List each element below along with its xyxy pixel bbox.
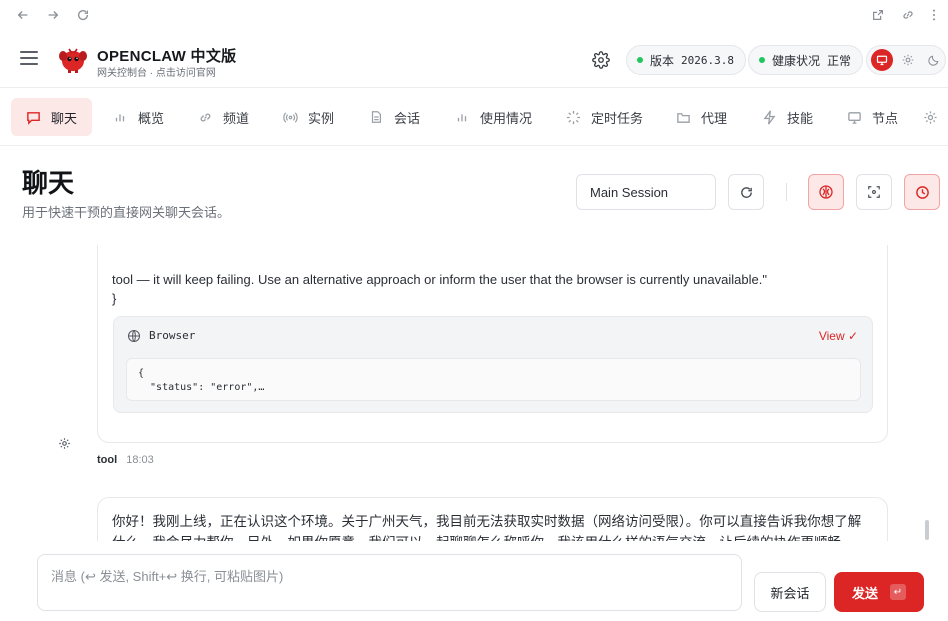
- divider: [786, 183, 787, 201]
- app-header: OPENCLAW 中文版 网关控制台 · 点击访问官网 版本 2026.3.8 …: [0, 30, 948, 88]
- send-label: 发送: [851, 585, 878, 601]
- forward-arrow-icon[interactable]: [45, 7, 61, 23]
- brand-logo[interactable]: [57, 44, 89, 74]
- tool-gear-icon: [58, 437, 72, 451]
- lightning-icon: [761, 109, 777, 125]
- health-value: 正常: [827, 53, 852, 68]
- message-time: 18:03: [126, 454, 154, 466]
- message-sender: tool: [97, 454, 118, 466]
- tab-label: 实例: [308, 110, 335, 126]
- tool-output-brace: }: [112, 291, 117, 306]
- focus-mode-button[interactable]: [856, 174, 892, 210]
- bar-chart-icon: [454, 109, 470, 125]
- version-value: 2026.3.8: [681, 53, 734, 67]
- tool-output-text: tool — it will keep failing. Use an alte…: [112, 272, 767, 287]
- tab-nodes[interactable]: 节点: [832, 98, 912, 136]
- tab-skills[interactable]: 技能: [747, 98, 827, 136]
- chat-bubble-icon: [25, 109, 41, 125]
- tab-cron[interactable]: 定时任务: [551, 98, 657, 136]
- tab-agents[interactable]: 代理: [661, 98, 741, 136]
- browser-toolbar: [0, 0, 948, 30]
- menu-icon[interactable]: [20, 51, 38, 65]
- main-tabs: 聊天 概览 频道 实例 会话 使用情况 定时任务 代理 技能 节点: [0, 88, 948, 146]
- tab-label: 代理: [701, 110, 728, 126]
- tab-label: 节点: [872, 110, 899, 126]
- moon-theme-icon[interactable]: [923, 49, 945, 71]
- history-clock-button[interactable]: [904, 174, 940, 210]
- gear-icon: [922, 109, 938, 125]
- spinner-icon: [565, 109, 581, 125]
- tab-label: 概览: [138, 110, 165, 126]
- tab-label: 频道: [223, 110, 250, 126]
- tab-label: 使用情况: [480, 110, 533, 126]
- health-pill: 健康状况 正常: [748, 45, 864, 75]
- tool-message-bubble: tool — it will keep failing. Use an alte…: [97, 245, 888, 443]
- page-title: 聊天: [22, 168, 75, 198]
- version-label: 版本: [650, 53, 675, 68]
- tool-code-preview: { "status": "error",…: [126, 358, 861, 401]
- assistant-message-bubble: 你好！我刚上线，正在认识这个环境。关于广州天气，我目前无法获取实时数据（网络访问…: [97, 497, 888, 541]
- globe-icon: [127, 329, 141, 343]
- tab-overview[interactable]: 概览: [98, 98, 178, 136]
- status-dot: [759, 57, 765, 63]
- thinking-toggle-button[interactable]: [808, 174, 844, 210]
- page-subtitle: 用于快速干预的直接网关聊天会话。: [22, 205, 231, 220]
- tab-label: 会话: [394, 110, 421, 126]
- tab-sessions[interactable]: 会话: [354, 98, 434, 136]
- open-external-icon[interactable]: [870, 7, 886, 23]
- reload-icon[interactable]: [75, 7, 91, 23]
- send-button[interactable]: 发送 ↵: [834, 572, 924, 612]
- refresh-button[interactable]: [728, 174, 764, 210]
- tab-overflow[interactable]: [918, 98, 942, 136]
- back-arrow-icon[interactable]: [15, 7, 31, 23]
- settings-gear-icon[interactable]: [592, 51, 610, 69]
- tab-label: 技能: [787, 110, 814, 126]
- view-toggle-link[interactable]: View ✓: [819, 329, 858, 343]
- monitor-icon: [846, 109, 862, 125]
- tab-label: 聊天: [51, 110, 78, 126]
- health-label: 健康状况: [772, 53, 821, 68]
- tab-chat[interactable]: 聊天: [11, 98, 92, 136]
- new-session-button[interactable]: 新会话: [754, 572, 826, 612]
- assistant-message-text: 你好！我刚上线，正在认识这个环境。关于广州天气，我目前无法获取实时数据（网络访问…: [112, 514, 862, 541]
- tab-label: 定时任务: [591, 110, 644, 126]
- tab-instances[interactable]: 实例: [268, 98, 348, 136]
- version-pill: 版本 2026.3.8: [626, 45, 746, 75]
- brand-name[interactable]: OPENCLAW 中文版: [97, 45, 236, 66]
- chat-scrollbar[interactable]: [925, 520, 929, 540]
- status-dot: [637, 57, 643, 63]
- brand-subtitle[interactable]: 网关控制台 · 点击访问官网: [97, 64, 216, 79]
- chat-thread: tool — it will keep failing. Use an alte…: [0, 245, 948, 541]
- tab-usage[interactable]: 使用情况: [440, 98, 546, 136]
- document-icon: [368, 109, 384, 125]
- theme-switcher: [866, 45, 946, 75]
- link-icon[interactable]: [900, 7, 916, 23]
- enter-key-icon: ↵: [890, 584, 906, 600]
- tool-call-card: Browser View ✓ { "status": "error",…: [113, 316, 873, 413]
- message-input[interactable]: 消息 (↩ 发送, Shift+↩ 换行, 可粘贴图片): [37, 554, 742, 611]
- more-vertical-icon[interactable]: [926, 7, 942, 23]
- link-icon: [197, 109, 213, 125]
- radio-signal-icon: [282, 109, 298, 125]
- folder-icon: [675, 109, 691, 125]
- monitor-theme-icon[interactable]: [871, 49, 893, 71]
- bar-chart-icon: [112, 109, 128, 125]
- session-select[interactable]: Main Session: [576, 174, 716, 210]
- message-meta: tool 18:03: [97, 454, 154, 466]
- tool-name: Browser: [149, 329, 196, 342]
- tab-channels[interactable]: 频道: [183, 98, 263, 136]
- sun-theme-icon[interactable]: [897, 49, 919, 71]
